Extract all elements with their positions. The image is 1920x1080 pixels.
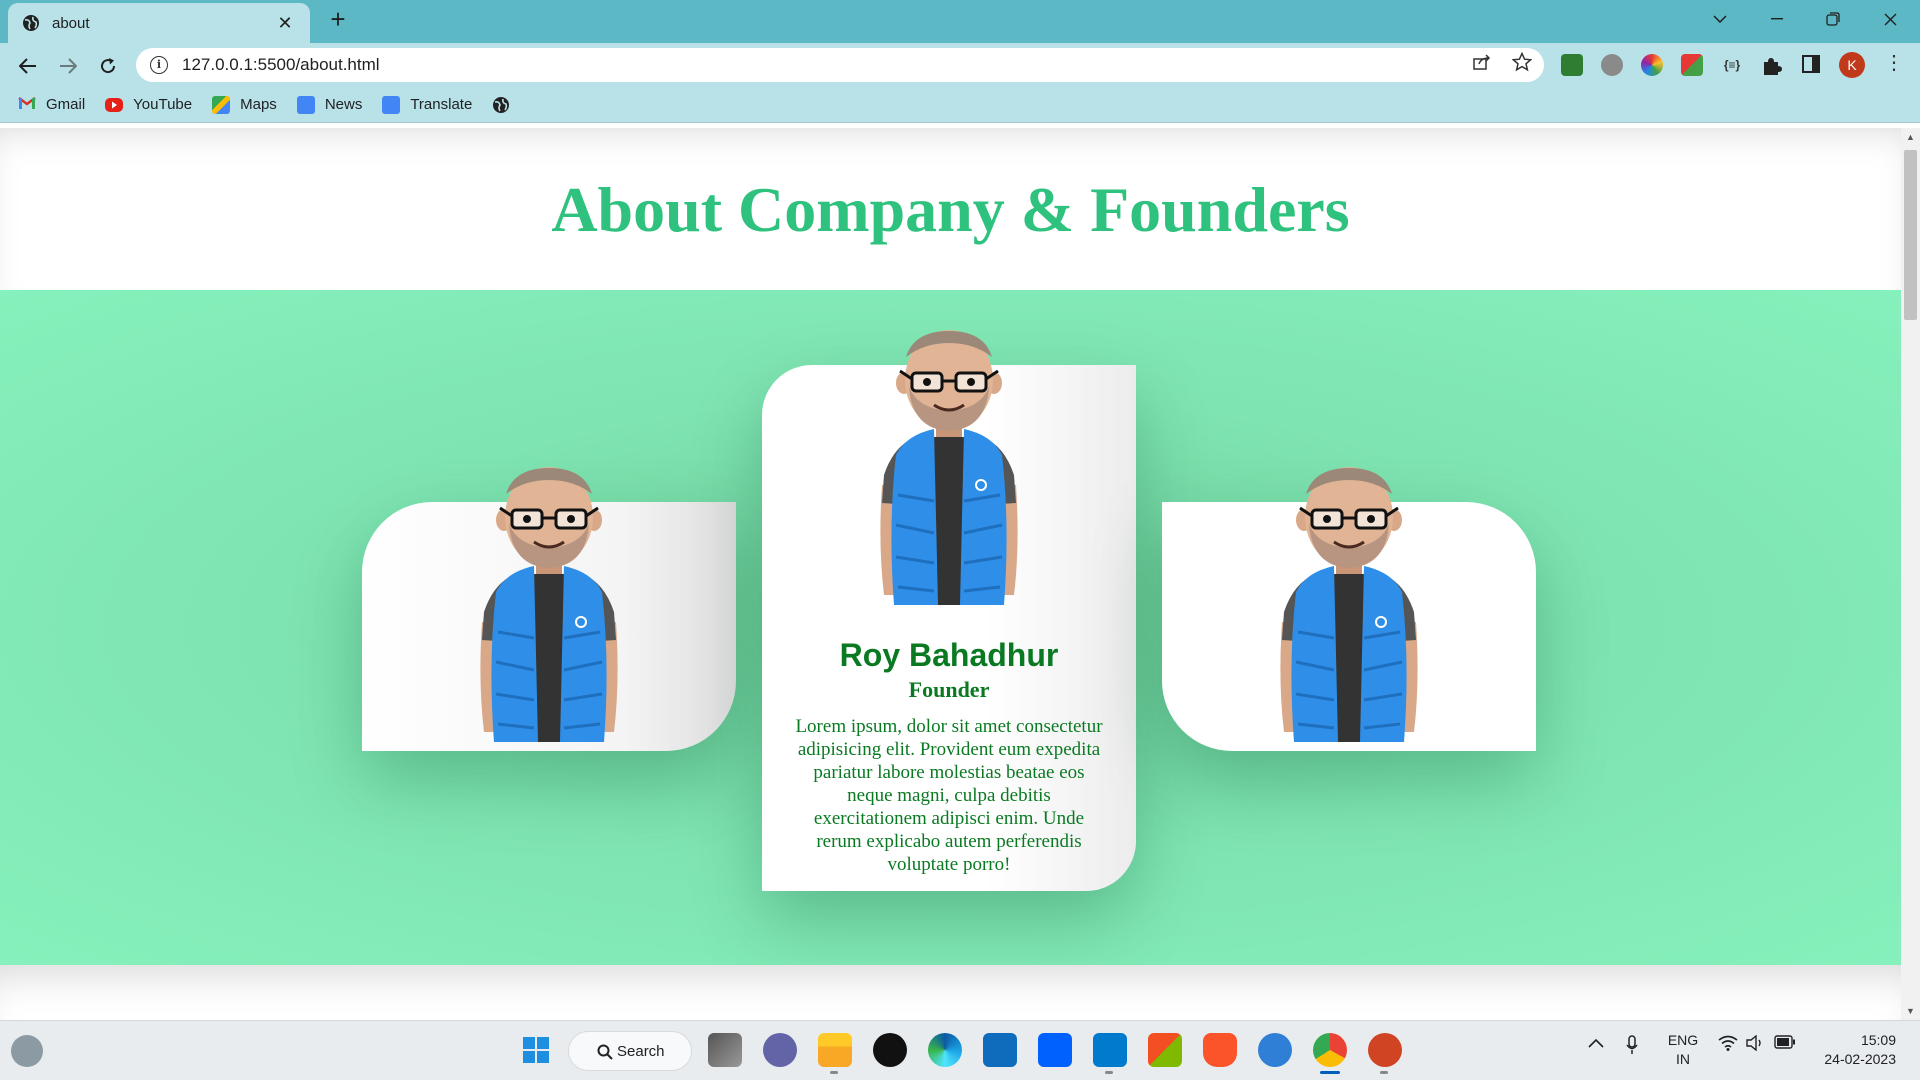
- reload-icon[interactable]: [92, 50, 124, 82]
- page-scrollbar[interactable]: ▲ ▼: [1901, 128, 1920, 1020]
- bookmark-translate[interactable]: Translate: [382, 95, 473, 114]
- scroll-thumb[interactable]: [1904, 150, 1917, 320]
- start-windows-icon[interactable]: [519, 1033, 553, 1067]
- bookmark-star-icon[interactable]: [1511, 51, 1533, 73]
- more-menu-icon[interactable]: ⋮: [1884, 50, 1904, 75]
- news-icon: [296, 95, 315, 114]
- page-viewport: About Company & Founders Roy Bahadhur Fo…: [0, 128, 1901, 1020]
- close-tab-icon[interactable]: ✕: [274, 13, 296, 34]
- tab-search-chevron-icon[interactable]: [1692, 0, 1748, 38]
- page-title: About Company & Founders: [551, 174, 1350, 245]
- founder-card-right[interactable]: [1162, 465, 1536, 751]
- bookmark-label: YouTube: [133, 96, 193, 113]
- vscode-icon[interactable]: [1093, 1033, 1127, 1067]
- translate-icon: [382, 95, 401, 114]
- running-indicator: [830, 1071, 838, 1074]
- back-arrow-icon[interactable]: [12, 50, 44, 82]
- teams-chat-icon[interactable]: [763, 1033, 797, 1067]
- microphone-icon[interactable]: [1626, 1035, 1638, 1059]
- url-text: 127.0.0.1:5500/about.html: [182, 55, 380, 74]
- founder-avatar-illustration: [1278, 465, 1420, 742]
- globe-icon: [22, 14, 40, 32]
- microsoft-store-icon[interactable]: [1148, 1033, 1182, 1067]
- scroll-down-arrow-icon[interactable]: ▼: [1906, 1006, 1915, 1016]
- html-tree-extension-icon[interactable]: [1561, 54, 1583, 76]
- region-code: IN: [1676, 1051, 1690, 1067]
- dropbox-icon[interactable]: [1038, 1033, 1072, 1067]
- side-panel-icon[interactable]: [1801, 54, 1823, 76]
- windows-taskbar: Search ENG IN 15:09 24-02-2023: [0, 1020, 1920, 1080]
- file-explorer-icon[interactable]: [818, 1033, 852, 1067]
- bookmark-label: Maps: [240, 96, 277, 113]
- new-tab-button[interactable]: +: [324, 6, 352, 34]
- chrome-browser-icon[interactable]: [1313, 1033, 1347, 1067]
- search-label: Search: [617, 1042, 665, 1060]
- github-desktop-icon[interactable]: [873, 1033, 907, 1067]
- tab-strip: about ✕ +: [0, 0, 1920, 43]
- maps-icon: [212, 95, 231, 114]
- running-indicator: [1105, 1071, 1113, 1074]
- browser-toolbar: i 127.0.0.1:5500/about.html: [0, 43, 1920, 87]
- site-info-icon[interactable]: i: [150, 56, 168, 74]
- founder-role: Founder: [908, 677, 990, 702]
- scroll-up-arrow-icon[interactable]: ▲: [1906, 132, 1915, 142]
- powerpoint-icon[interactable]: [1368, 1033, 1402, 1067]
- mail-icon[interactable]: [983, 1033, 1017, 1067]
- bug-extension-icon[interactable]: [1601, 54, 1623, 76]
- founder-name: Roy Bahadhur: [839, 637, 1059, 673]
- profile-avatar[interactable]: K: [1839, 52, 1865, 78]
- search-icon: [597, 1044, 613, 1060]
- address-bar[interactable]: i 127.0.0.1:5500/about.html: [136, 48, 1544, 82]
- bookmark-youtube[interactable]: YouTube: [105, 96, 192, 113]
- bookmark-globe[interactable]: [492, 96, 520, 114]
- youtube-icon: [105, 97, 124, 112]
- founder-card-left[interactable]: [362, 465, 736, 751]
- founder-avatar-illustration: [878, 328, 1020, 605]
- bookmark-label: News: [324, 96, 363, 113]
- minimize-button[interactable]: [1749, 0, 1805, 38]
- bookmarks-bar: Gmail YouTube Maps News Translate: [0, 87, 1920, 123]
- wifi-icon[interactable]: [1718, 1035, 1738, 1055]
- volume-icon[interactable]: [1746, 1034, 1764, 1055]
- bookmark-gmail[interactable]: Gmail: [18, 96, 85, 114]
- json-extension-icon[interactable]: {≡}: [1721, 54, 1743, 76]
- founders-section: Roy Bahadhur Founder Lorem ipsum, dolor …: [0, 290, 1901, 965]
- tab-about[interactable]: about ✕: [8, 3, 310, 43]
- active-indicator: [1320, 1071, 1340, 1074]
- close-window-button[interactable]: [1862, 0, 1918, 38]
- taskbar-search-box[interactable]: Search: [568, 1031, 692, 1071]
- share-icon[interactable]: [1471, 51, 1493, 73]
- globe-icon: [492, 96, 510, 114]
- brave-browser-icon[interactable]: [1203, 1033, 1237, 1067]
- language-indicator[interactable]: ENG IN: [1664, 1031, 1702, 1069]
- task-view-icon[interactable]: [708, 1033, 742, 1067]
- bookmark-maps[interactable]: Maps: [212, 95, 277, 114]
- dolphin-app-icon[interactable]: [1258, 1033, 1292, 1067]
- clock-date: 24-02-2023: [1824, 1051, 1896, 1067]
- next-section-top: [0, 965, 1901, 1020]
- battery-icon[interactable]: [1774, 1035, 1796, 1053]
- founder-description: Lorem ipsum, dolor sit amet consectetur …: [795, 716, 1103, 875]
- weather-widget-icon[interactable]: [11, 1035, 43, 1067]
- bookmark-label: Translate: [410, 96, 473, 113]
- page-header: About Company & Founders: [0, 128, 1901, 290]
- color-picker-extension-icon[interactable]: [1641, 54, 1663, 76]
- founder-card-featured[interactable]: Roy Bahadhur Founder Lorem ipsum, dolor …: [762, 328, 1136, 891]
- founder-avatar-illustration: [478, 465, 620, 742]
- forward-arrow-icon[interactable]: [52, 50, 84, 82]
- language-code: ENG: [1667, 1032, 1699, 1048]
- puzzle-extensions-icon[interactable]: [1761, 54, 1783, 76]
- tab-title: about: [52, 14, 90, 32]
- gmail-icon: [18, 96, 36, 114]
- restore-button[interactable]: [1805, 0, 1861, 38]
- show-hidden-icons-chevron-icon[interactable]: [1588, 1035, 1604, 1052]
- clock-time: 15:09: [1860, 1032, 1896, 1048]
- running-indicator: [1380, 1071, 1388, 1074]
- bookmark-label: Gmail: [46, 96, 86, 113]
- multicolor-extension-icon[interactable]: [1681, 54, 1703, 76]
- bookmark-news[interactable]: News: [296, 95, 363, 114]
- clock[interactable]: 15:09 24-02-2023: [1812, 1031, 1896, 1069]
- edge-browser-icon[interactable]: [928, 1033, 962, 1067]
